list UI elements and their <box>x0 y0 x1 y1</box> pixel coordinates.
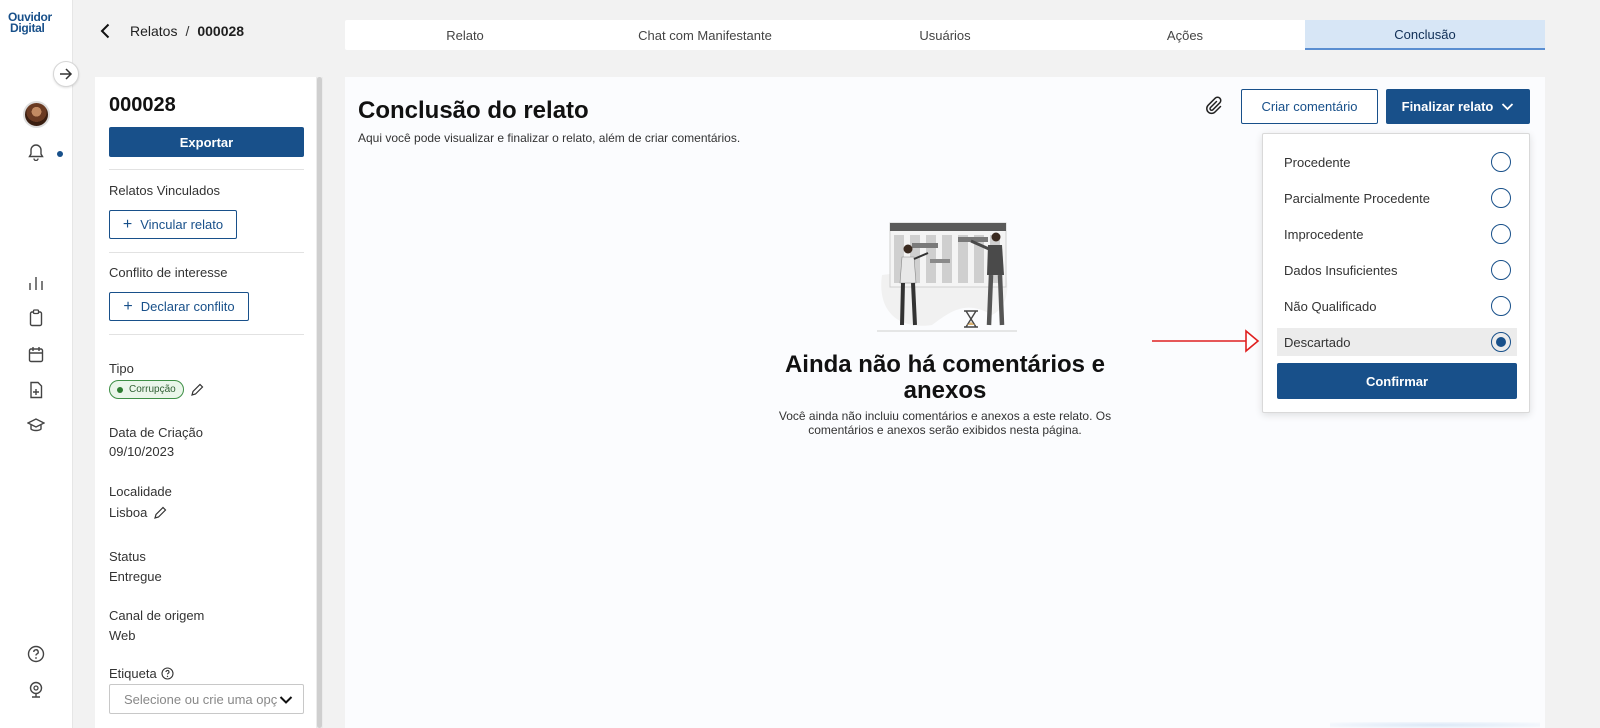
etiqueta-select[interactable]: Selecione ou crie uma opç <box>109 684 304 714</box>
arrow-right-icon <box>59 68 73 80</box>
plus-icon: + <box>123 297 133 315</box>
radio-button[interactable] <box>1491 188 1511 208</box>
tipo-tag: Corrupção <box>109 380 184 399</box>
bell-icon[interactable] <box>25 141 47 163</box>
chevron-down-icon <box>279 693 293 708</box>
file-add-icon[interactable] <box>25 379 47 401</box>
radio-button-selected[interactable] <box>1491 332 1511 352</box>
option-label: Parcialmente Procedente <box>1284 190 1430 206</box>
radio-button[interactable] <box>1491 296 1511 316</box>
link-report-label: Vincular relato <box>140 217 224 232</box>
tipo-tag-label: Corrupção <box>129 384 176 395</box>
status-value: Entregue <box>109 569 162 584</box>
clipboard-icon[interactable] <box>25 307 47 329</box>
confirm-button[interactable]: Confirmar <box>1277 363 1517 399</box>
expand-sidebar-button[interactable] <box>53 61 79 87</box>
radio-button[interactable] <box>1491 260 1511 280</box>
option-label: Dados Insuficientes <box>1284 262 1398 278</box>
export-button[interactable]: Exportar <box>109 127 304 157</box>
localidade-value: Lisboa <box>109 505 148 520</box>
back-chevron-icon[interactable] <box>100 21 118 41</box>
option-procedente[interactable]: Procedente <box>1277 148 1517 176</box>
option-parcialmente-procedente[interactable]: Parcialmente Procedente <box>1277 184 1517 212</box>
edit-tipo-pencil-icon[interactable] <box>190 383 204 397</box>
option-label: Improcedente <box>1284 226 1364 242</box>
calendar-icon[interactable] <box>25 343 47 365</box>
radio-dot <box>1496 337 1506 347</box>
tab-conclusao[interactable]: Conclusão <box>1305 20 1545 50</box>
breadcrumb-separator: / <box>185 23 190 39</box>
option-nao-qualificado[interactable]: Não Qualificado <box>1277 292 1517 320</box>
plus-icon: + <box>122 215 133 233</box>
finalize-dropdown-menu: Procedente Parcialmente Procedente Impro… <box>1262 133 1530 413</box>
option-improcedente[interactable]: Improcedente <box>1277 220 1517 248</box>
canal-label: Canal de origem <box>109 608 205 623</box>
tab-relato[interactable]: Relato <box>345 20 585 50</box>
breadcrumb: Relatos / 000028 <box>100 20 244 42</box>
link-report-button[interactable]: + Vincular relato <box>109 210 237 239</box>
report-id: 000028 <box>109 94 176 116</box>
tab-bar: Relato Chat com Manifestante Usuários Aç… <box>345 20 1545 50</box>
scrollbar-thumb[interactable] <box>317 77 322 728</box>
left-rail: Ouvidor Digital <box>0 0 73 728</box>
tipo-value-row: Corrupção <box>109 380 204 399</box>
finalize-report-label: Finalizar relato <box>1401 99 1494 114</box>
option-dados-insuficientes[interactable]: Dados Insuficientes <box>1277 256 1517 284</box>
option-label: Procedente <box>1284 154 1351 170</box>
paperclip-icon[interactable] <box>1203 95 1225 117</box>
canal-value: Web <box>109 628 136 643</box>
etiqueta-label-row: Etiqueta <box>109 666 174 681</box>
localidade-value-row: Lisboa <box>109 505 167 520</box>
data-criacao-label: Data de Criação <box>109 425 203 440</box>
avatar[interactable] <box>23 101 50 128</box>
empty-state-description: Você ainda não incluiu comentários e ane… <box>778 409 1112 437</box>
breadcrumb-parent[interactable]: Relatos <box>130 23 177 39</box>
tab-chat-com-manifestante[interactable]: Chat com Manifestante <box>585 20 825 50</box>
side-scrollbar[interactable] <box>316 77 323 728</box>
declare-conflict-label: Declarar conflito <box>140 299 235 314</box>
etiqueta-placeholder: Selecione ou crie uma opç <box>124 691 278 707</box>
report-info-panel: 000028 Exportar Relatos Vinculados + Vin… <box>95 77 323 728</box>
graduation-cap-icon[interactable] <box>25 414 47 436</box>
annotation-arrow <box>1150 327 1260 357</box>
page-title: Conclusão do relato <box>358 97 589 124</box>
divider <box>109 252 304 253</box>
data-criacao-value: 09/10/2023 <box>109 444 175 459</box>
option-descartado[interactable]: Descartado <box>1277 328 1517 356</box>
help-circle-icon[interactable] <box>161 667 174 680</box>
etiqueta-label: Etiqueta <box>109 666 157 681</box>
status-label: Status <box>109 549 146 564</box>
tipo-label: Tipo <box>109 361 134 376</box>
logo-line-2: Digital <box>10 21 45 35</box>
page-subtitle: Aqui você pode visualizar e finalizar o … <box>358 131 741 145</box>
linked-reports-title: Relatos Vinculados <box>109 183 221 198</box>
finalize-report-button[interactable]: Finalizar relato <box>1386 89 1530 124</box>
radio-button[interactable] <box>1491 224 1511 244</box>
radio-button[interactable] <box>1491 152 1511 172</box>
chevron-down-icon <box>1501 102 1514 111</box>
create-comment-button[interactable]: Criar comentário <box>1241 89 1378 124</box>
tab-acoes[interactable]: Ações <box>1065 20 1305 50</box>
edit-localidade-pencil-icon[interactable] <box>153 506 167 520</box>
declare-conflict-button[interactable]: + Declarar conflito <box>109 292 249 321</box>
localidade-label: Localidade <box>109 484 172 499</box>
notification-dot <box>57 151 63 157</box>
app-logo[interactable]: Ouvidor Digital <box>8 11 64 35</box>
tag-dot <box>117 386 123 393</box>
divider <box>109 169 304 170</box>
tab-usuarios[interactable]: Usuários <box>825 20 1065 50</box>
empty-state-illustration <box>872 215 1022 343</box>
option-label: Não Qualificado <box>1284 298 1377 314</box>
webcam-icon[interactable] <box>25 679 47 701</box>
breadcrumb-current: 000028 <box>197 23 245 39</box>
bar-chart-icon[interactable] <box>25 272 47 294</box>
divider <box>109 334 304 335</box>
empty-state-title: Ainda não há comentários e anexos <box>784 351 1106 404</box>
option-label: Descartado <box>1284 334 1351 350</box>
conflict-title: Conflito de interesse <box>109 265 228 280</box>
bottom-glow <box>1330 722 1540 728</box>
help-circle-icon[interactable] <box>25 643 47 665</box>
